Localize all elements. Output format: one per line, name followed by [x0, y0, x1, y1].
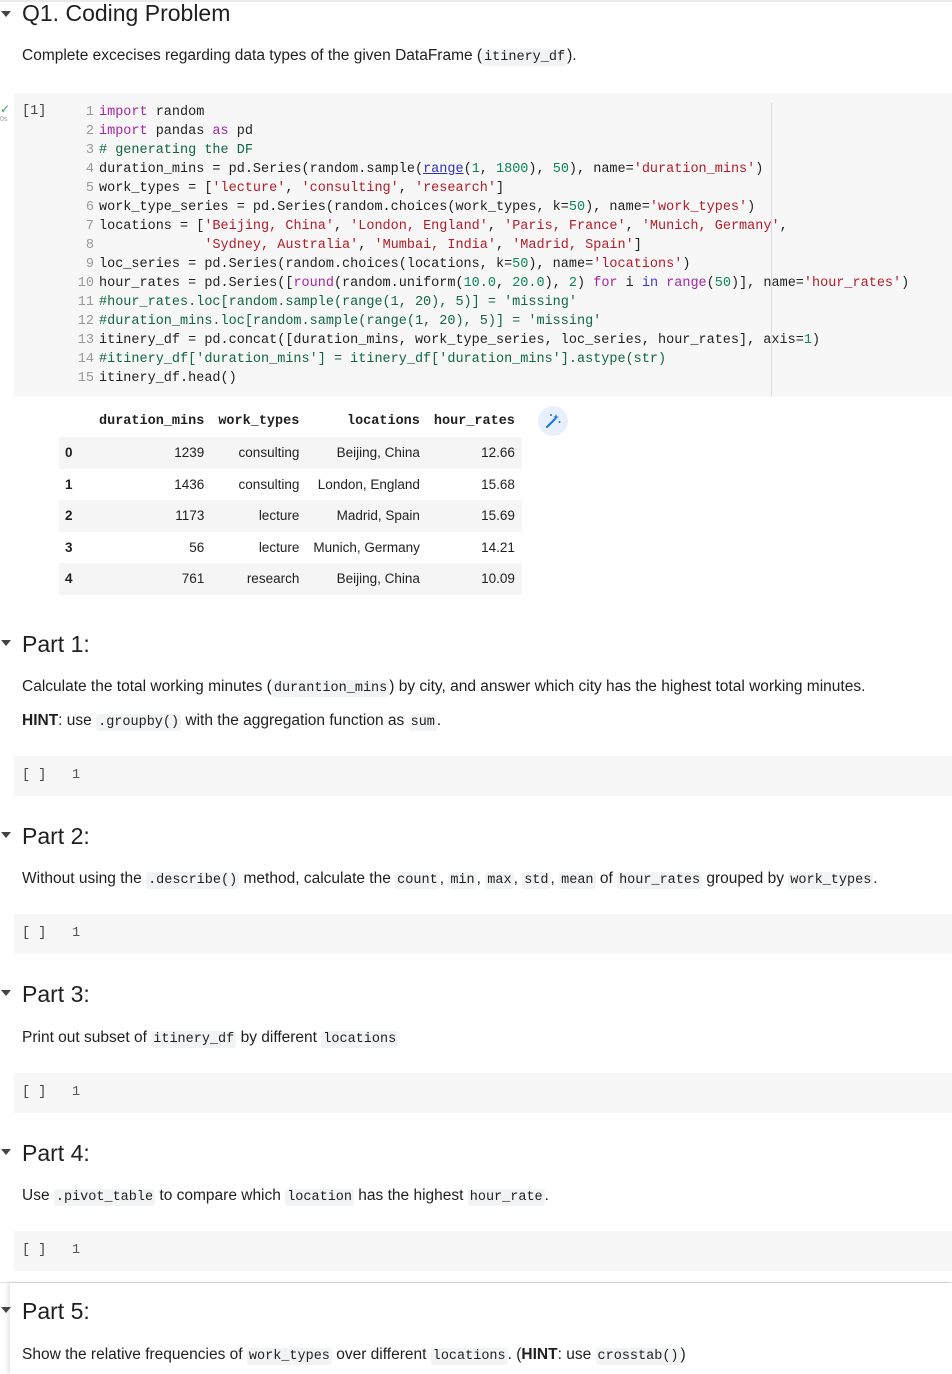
- table-row: 1 1436 consulting London, England 15.68: [59, 469, 522, 501]
- code-cell[interactable]: [14, 756, 952, 796]
- q1-description: Complete excecises regarding data types …: [22, 47, 577, 66]
- section-title: Part 5:: [22, 1298, 90, 1324]
- part1-hint: HINT: use .groupby() with the aggregatio…: [22, 712, 442, 731]
- section-title: Part 2:: [22, 823, 90, 849]
- execution-count[interactable]: [ ]: [22, 1243, 46, 1258]
- section-title: Q1. Coding Problem: [22, 0, 231, 26]
- table-cell: 15.68: [481, 476, 515, 492]
- table-cell: Beijing, China: [306, 563, 427, 595]
- table-header: hour_rates: [433, 413, 515, 429]
- table-header: duration_mins: [99, 413, 205, 429]
- chevron-down-icon[interactable]: [1, 1307, 11, 1313]
- chevron-down-icon[interactable]: [1, 1149, 11, 1155]
- line-number: 1: [72, 1085, 81, 1100]
- code-editor[interactable]: 1 import random 2 import pandas as pd 3 # g…: [74, 103, 909, 388]
- table-cell: consulting: [211, 437, 307, 469]
- table-cell: research: [211, 563, 307, 595]
- section-part1-header[interactable]: Part 1:: [0, 630, 952, 660]
- magic-wand-icon[interactable]: [538, 406, 568, 436]
- section-part2-header[interactable]: Part 2:: [0, 822, 952, 852]
- line-number: 1: [72, 926, 81, 941]
- row-index: 4: [59, 563, 92, 595]
- chevron-down-icon[interactable]: [1, 990, 11, 996]
- table-cell: lecture: [258, 539, 300, 555]
- table-row: 2 1173 lecture Madrid, Spain 15.69: [59, 500, 522, 532]
- table-cell: consulting: [238, 476, 300, 492]
- table-row: 0 1239 consulting Beijing, China 12.66: [59, 437, 522, 469]
- chevron-down-icon[interactable]: [1, 832, 11, 838]
- table-cell: London, England: [317, 476, 420, 492]
- table-cell: 10.09: [426, 563, 522, 595]
- table-header: [59, 405, 92, 437]
- table-cell: lecture: [211, 500, 307, 532]
- code-cell[interactable]: 1 import random 2 import pandas as pd 3 # g…: [14, 93, 952, 397]
- dataframe-output: duration_mins work_types locations hour_…: [59, 405, 522, 595]
- row-index: 3: [65, 539, 73, 555]
- check-icon: ✓: [0, 102, 11, 116]
- execution-count[interactable]: [ ]: [22, 768, 46, 783]
- section-part3-header[interactable]: Part 3:: [0, 980, 952, 1010]
- table-cell: 1239: [92, 437, 212, 469]
- part5-description: Show the relative frequencies of work_ty…: [22, 1346, 686, 1365]
- section-part5-header[interactable]: Part 5:: [0, 1297, 952, 1327]
- line-number: 1: [72, 768, 81, 783]
- row-index: 1: [65, 476, 73, 492]
- row-index: 2: [59, 500, 92, 532]
- part1-description: Calculate the total working minutes (dur…: [22, 678, 866, 697]
- section-part4-header[interactable]: Part 4:: [0, 1139, 952, 1169]
- row-index: 0: [59, 437, 92, 469]
- table-cell: 1173: [92, 500, 212, 532]
- section-q1-header[interactable]: Q1. Coding Problem: [0, 0, 952, 30]
- code-cell[interactable]: [14, 1073, 952, 1113]
- table-cell: 761: [92, 563, 212, 595]
- execution-count[interactable]: [1]: [22, 104, 46, 119]
- part3-description: Print out subset of itinery_df by differ…: [22, 1029, 399, 1048]
- exec-time: 0s: [0, 116, 8, 123]
- table-header: work_types: [218, 413, 300, 429]
- table-cell: 14.21: [481, 539, 515, 555]
- part2-description: Without using the .describe() method, ca…: [22, 870, 878, 889]
- table-cell: Munich, Germany: [313, 539, 420, 555]
- section-title: Part 1:: [22, 631, 90, 657]
- table-cell: 15.69: [426, 500, 522, 532]
- table-cell: 1436: [174, 476, 205, 492]
- section-title: Part 4:: [22, 1140, 90, 1166]
- table-cell: Beijing, China: [306, 437, 427, 469]
- line-number: 1: [72, 1243, 81, 1258]
- table-row: 3 56 lecture Munich, Germany 14.21: [59, 532, 522, 564]
- execution-count[interactable]: [ ]: [22, 926, 46, 941]
- code-cell[interactable]: [14, 1231, 952, 1271]
- chevron-down-icon[interactable]: [1, 11, 11, 17]
- code-cell[interactable]: [14, 914, 952, 954]
- chevron-down-icon[interactable]: [1, 640, 11, 646]
- table-cell: Madrid, Spain: [306, 500, 427, 532]
- execution-count[interactable]: [ ]: [22, 1085, 46, 1100]
- table-cell: 12.66: [426, 437, 522, 469]
- section-title: Part 3:: [22, 981, 90, 1007]
- table-cell: 56: [189, 539, 205, 555]
- table-row: 4 761 research Beijing, China 10.09: [59, 563, 522, 595]
- table-header: locations: [346, 413, 420, 429]
- part4-description: Use .pivot_table to compare which locati…: [22, 1187, 549, 1206]
